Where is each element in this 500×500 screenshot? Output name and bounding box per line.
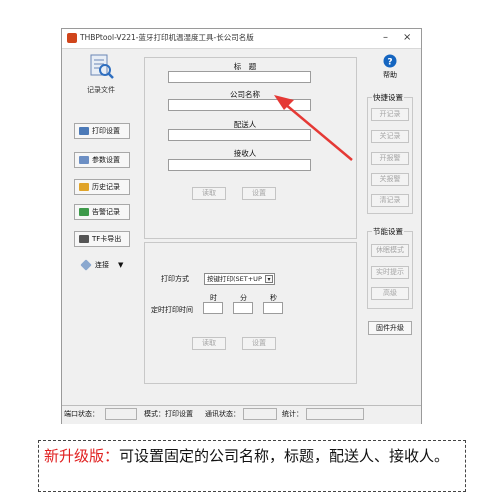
params-settings-label: 参数设置 (92, 156, 120, 164)
receiver-label: 接收人 (233, 149, 257, 158)
form-set-button[interactable]: 设置 (242, 187, 276, 200)
hour-input[interactable] (203, 302, 223, 314)
title-bar: THBPtool-V221-蓝牙打印机温湿度工具-长公司名版 – × (62, 29, 421, 49)
tf-card-icon (79, 235, 89, 243)
second-input[interactable] (263, 302, 283, 314)
start-record-button[interactable]: 开记录 (371, 108, 409, 121)
print-settings-label: 打印设置 (92, 127, 120, 135)
alarm-records-button[interactable]: 告警记录 (74, 204, 130, 220)
status-bar: 端口状态： 模式：打印设置 通讯状态： 统计： (62, 405, 421, 424)
advanced-button[interactable]: 高级 (371, 287, 409, 300)
svg-text:?: ? (387, 58, 392, 68)
params-icon (79, 156, 89, 164)
connect-icon (80, 259, 92, 271)
app-window: THBPtool-V221-蓝牙打印机温湿度工具-长公司名版 – × 记录文件 … (61, 28, 422, 424)
company-name-input[interactable] (168, 99, 311, 111)
print-mode-value: 按键打印(SET+UP (207, 275, 262, 283)
quick-settings-title: 快捷设置 (372, 92, 404, 103)
mode-status-label: 模式：打印设置 (144, 410, 193, 418)
params-settings-button[interactable]: 参数设置 (74, 152, 130, 168)
printer-settings-icon (79, 127, 89, 135)
minute-input[interactable] (233, 302, 253, 314)
sleep-mode-button[interactable]: 休眠模式 (371, 244, 409, 257)
print-settings-button[interactable]: 打印设置 (74, 123, 130, 139)
chevron-down-icon[interactable]: ▾ (265, 275, 273, 283)
history-label: 历史记录 (92, 183, 120, 191)
print-set-button[interactable]: 设置 (242, 337, 276, 350)
sidebar: 记录文件 (62, 49, 138, 405)
connect-button[interactable]: 连接 ▼ (74, 258, 130, 274)
title-input[interactable] (168, 71, 311, 83)
realtime-prompt-button[interactable]: 实时提示 (371, 266, 409, 279)
connect-label: 连接 (95, 261, 109, 269)
stats-label: 统计： (282, 410, 303, 418)
alarm-on-button[interactable]: 开报警 (371, 152, 409, 165)
receiver-input[interactable] (168, 159, 311, 171)
record-file-icon[interactable] (90, 54, 114, 80)
print-read-button[interactable]: 读取 (192, 337, 226, 350)
power-settings-title: 节能设置 (372, 226, 404, 237)
form-read-button[interactable]: 读取 (192, 187, 226, 200)
alarm-records-label: 告警记录 (92, 208, 120, 216)
help-label: 帮助 (383, 71, 397, 79)
print-mode-select[interactable]: 按键打印(SET+UP ▾ (204, 273, 275, 285)
history-icon (79, 183, 89, 191)
port-status-value (105, 408, 137, 420)
stats-value (306, 408, 364, 420)
port-status-label: 端口状态： (64, 410, 99, 418)
caption-box: 新升级版：可设置固定的公司名称，标题，配送人、接收人。 (38, 440, 466, 492)
comm-status-label: 通讯状态： (205, 410, 240, 418)
clear-records-button[interactable]: 清记录 (371, 194, 409, 207)
minimize-button[interactable]: – (383, 31, 388, 45)
firmware-upgrade-button[interactable]: 固件升级 (368, 321, 412, 335)
help-icon[interactable]: ? (383, 54, 397, 68)
comm-status-value (243, 408, 277, 420)
stop-record-button[interactable]: 关记录 (371, 130, 409, 143)
app-icon (67, 33, 77, 43)
caption-text: 新升级版：可设置固定的公司名称，标题，配送人、接收人。 (44, 445, 464, 467)
record-file-label: 记录文件 (87, 86, 115, 94)
sender-input[interactable] (168, 129, 311, 141)
connect-dropdown-icon[interactable]: ▼ (118, 258, 123, 272)
alarm-off-button[interactable]: 关报警 (371, 173, 409, 186)
tf-export-label: TF卡导出 (92, 235, 122, 243)
history-button[interactable]: 历史记录 (74, 179, 130, 195)
timed-print-label: 定时打印时间 (151, 306, 193, 314)
window-title: THBPtool-V221-蓝牙打印机温湿度工具-长公司名版 (80, 33, 254, 42)
caption-highlight: 新升级版： (44, 447, 120, 465)
print-mode-label: 打印方式 (161, 275, 189, 283)
alarm-icon (79, 208, 89, 216)
caption-body: 可设置固定的公司名称，标题，配送人、接收人。 (119, 447, 450, 465)
tf-export-button[interactable]: TF卡导出 (74, 231, 130, 247)
close-button[interactable]: × (403, 31, 411, 45)
